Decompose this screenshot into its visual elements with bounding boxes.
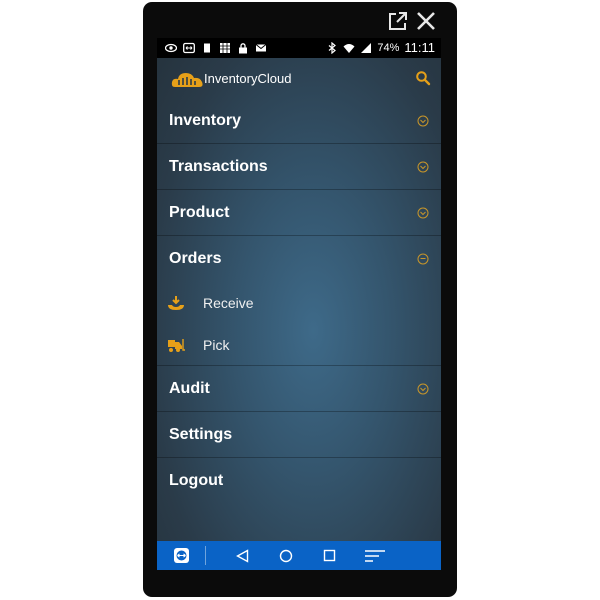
status-left-icons	[165, 42, 267, 54]
menu-item-inventory[interactable]: Inventory	[157, 98, 441, 144]
menu-item-audit[interactable]: Audit	[157, 366, 441, 412]
bluetooth-icon	[328, 41, 337, 54]
device-frame: 74% 11:11 InventoryCloud Inventory Trans…	[143, 2, 457, 597]
phone-screen: 74% 11:11 InventoryCloud Inventory Trans…	[157, 38, 441, 570]
submenu-label: Pick	[203, 336, 230, 353]
status-bar: 74% 11:11	[157, 38, 441, 58]
nav-drawer-menu: Inventory Transactions Product Orders Re…	[157, 98, 441, 504]
menu-item-settings[interactable]: Settings	[157, 412, 441, 458]
submenu-item-receive[interactable]: Receive	[157, 282, 441, 324]
receive-icon	[168, 296, 184, 310]
menu-label: Orders	[169, 250, 222, 267]
app-header: InventoryCloud	[157, 58, 441, 98]
recents-icon[interactable]	[323, 549, 336, 562]
chevron-down-icon	[417, 207, 429, 218]
forklift-icon	[168, 338, 185, 352]
status-clock: 11:11	[404, 40, 435, 55]
popout-icon[interactable]	[387, 10, 409, 32]
keyboard-icon	[220, 43, 230, 53]
home-icon[interactable]	[279, 549, 293, 563]
chevron-up-icon	[417, 253, 429, 265]
menu-item-product[interactable]: Product	[157, 190, 441, 236]
menu-label: Inventory	[169, 111, 242, 129]
menu-label: Transactions	[169, 157, 268, 175]
cloud-logo-icon	[171, 73, 203, 87]
teamviewer-icon[interactable]	[173, 547, 190, 564]
menu-item-logout[interactable]: Logout	[157, 458, 441, 504]
mail-icon	[255, 44, 267, 52]
lock-icon	[239, 43, 247, 54]
menu-item-transactions[interactable]: Transactions	[157, 144, 441, 190]
teamviewer-icon	[183, 42, 195, 54]
status-right-icons: 74% 11:11	[326, 40, 435, 55]
chevron-down-icon	[417, 383, 429, 394]
chevron-down-icon	[417, 115, 429, 126]
submenu-label: Receive	[203, 295, 254, 311]
submenu-item-pick[interactable]: Pick	[157, 324, 441, 366]
app-title: InventoryCloud	[204, 71, 292, 86]
wifi-icon	[343, 43, 355, 53]
eye-icon	[165, 43, 177, 53]
battery-percent: 74%	[377, 41, 400, 54]
menu-label: Product	[169, 203, 230, 221]
menu-icon[interactable]	[364, 549, 386, 563]
android-nav-bar	[157, 541, 441, 570]
menu-label: Audit	[169, 379, 210, 397]
back-icon[interactable]	[236, 549, 249, 563]
menu-item-orders[interactable]: Orders	[157, 236, 441, 282]
menu-label: Settings	[169, 425, 233, 443]
close-icon[interactable]	[415, 10, 437, 32]
chevron-down-icon	[417, 161, 429, 172]
signal-icon	[361, 42, 372, 53]
sd-card-icon	[204, 43, 210, 53]
search-icon[interactable]	[415, 70, 431, 86]
nav-divider	[205, 546, 206, 565]
menu-label: Logout	[169, 472, 224, 489]
